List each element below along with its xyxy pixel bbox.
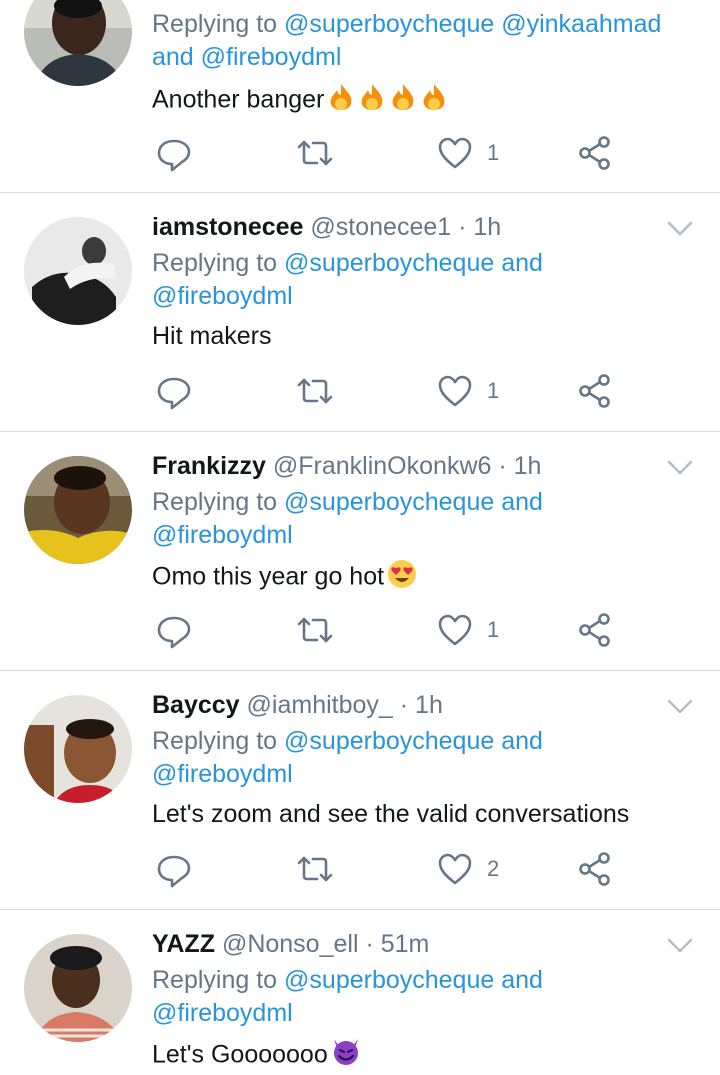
tweet-2[interactable]: Frankizzy @FranklinOkonkw6 · 1h Replying…	[0, 432, 720, 670]
display-name[interactable]: YAZZ	[152, 930, 215, 958]
username[interactable]: @FranklinOkonkw6	[273, 452, 492, 480]
reply-context: Replying to @superboycheque and @fireboy…	[152, 249, 543, 310]
avatar[interactable]	[24, 695, 132, 803]
mention-link[interactable]: @superboycheque	[284, 249, 494, 277]
tweet-3[interactable]: Bayccy @iamhitboy_ · 1h Replying to @sup…	[0, 671, 720, 909]
like-count: 2	[487, 856, 500, 881]
avatar[interactable]	[24, 217, 132, 325]
like-icon[interactable]	[438, 371, 472, 411]
like-count: 1	[487, 617, 500, 642]
mention-link[interactable]: @fireboydml	[201, 43, 342, 71]
display-name[interactable]: iamstonecee	[152, 213, 303, 241]
tweet-text: Hit makers	[152, 322, 272, 350]
separator-dot: ·	[365, 930, 374, 958]
timestamp[interactable]: 1h	[415, 691, 443, 719]
retweet-icon[interactable]	[295, 849, 335, 889]
smiling-devil-icon	[331, 1037, 361, 1075]
heart-eyes-icon	[387, 559, 417, 597]
tweet-header: iamstonecee @stonecee1 · 1h	[152, 212, 501, 242]
tweet-header: YAZZ @Nonso_ell · 51m	[152, 929, 429, 959]
tweet-0[interactable]: Replying to @superboycheque @yinkaahmad …	[0, 0, 720, 192]
timestamp[interactable]: 1h	[514, 452, 542, 480]
chevron-down-icon[interactable]	[666, 458, 694, 478]
tweet-actions: 1	[152, 133, 622, 173]
tweet-1[interactable]: iamstonecee @stonecee1 · 1h Replying to …	[0, 193, 720, 431]
reply-context: Replying to @superboycheque and @fireboy…	[152, 488, 543, 549]
share-icon[interactable]	[578, 610, 612, 650]
tweet-header: Bayccy @iamhitboy_ · 1h	[152, 690, 443, 720]
mention-link[interactable]: @fireboydml	[152, 521, 293, 549]
retweet-icon[interactable]	[295, 610, 335, 650]
reply-icon[interactable]	[156, 133, 192, 173]
mention-link[interactable]: @fireboydml	[152, 282, 293, 310]
reply-icon[interactable]	[156, 610, 192, 650]
share-icon[interactable]	[578, 133, 612, 173]
tweet-text: Let's Gooooooo	[152, 1037, 361, 1075]
chevron-down-icon[interactable]	[666, 936, 694, 956]
tweet-text: Let's zoom and see the valid conversatio…	[152, 800, 630, 828]
mention-link[interactable]: @fireboydml	[152, 999, 293, 1027]
reply-icon[interactable]	[156, 371, 192, 411]
tweet-header: Frankizzy @FranklinOkonkw6 · 1h	[152, 451, 541, 481]
avatar[interactable]	[24, 456, 132, 564]
mention-link[interactable]: @superboycheque @yinkaahmad	[284, 10, 661, 38]
reply-icon[interactable]	[156, 849, 192, 889]
username[interactable]: @iamhitboy_	[247, 691, 393, 719]
like-icon[interactable]	[438, 133, 472, 173]
mention-link[interactable]: @superboycheque	[284, 727, 494, 755]
share-icon[interactable]	[578, 849, 612, 889]
like-count: 1	[487, 140, 500, 165]
mention-link[interactable]: and	[501, 966, 543, 994]
tweet-actions: 1	[152, 371, 622, 411]
like-count: 1	[487, 378, 500, 403]
tweet-actions: 2	[152, 849, 622, 889]
tweet-4[interactable]: YAZZ @Nonso_ell · 51m Replying to @super…	[0, 910, 720, 1069]
like-icon[interactable]	[438, 849, 472, 889]
mention-link[interactable]: and	[152, 43, 194, 71]
display-name[interactable]: Frankizzy	[152, 452, 266, 480]
mention-link[interactable]: @fireboydml	[152, 760, 293, 788]
chevron-down-icon[interactable]	[666, 219, 694, 239]
avatar[interactable]	[24, 0, 132, 86]
reply-context: Replying to @superboycheque and @fireboy…	[152, 727, 543, 788]
tweet-actions: 1	[152, 610, 622, 650]
mention-link[interactable]: @superboycheque	[284, 488, 494, 516]
avatar[interactable]	[24, 934, 132, 1042]
display-name[interactable]: Bayccy	[152, 691, 240, 719]
retweet-icon[interactable]	[295, 133, 335, 173]
separator-dot: ·	[458, 213, 467, 241]
tweet-text: Omo this year go hot	[152, 559, 417, 597]
username[interactable]: @stonecee1	[310, 213, 451, 241]
chevron-down-icon[interactable]	[666, 697, 694, 717]
retweet-icon[interactable]	[295, 371, 335, 411]
reply-context: Replying to @superboycheque @yinkaahmad …	[152, 10, 662, 71]
mention-link[interactable]: @superboycheque	[284, 966, 494, 994]
tweet-text: Another banger	[152, 82, 449, 120]
timestamp[interactable]: 1h	[473, 213, 501, 241]
timestamp[interactable]: 51m	[381, 930, 430, 958]
mention-link[interactable]: and	[501, 488, 543, 516]
mention-link[interactable]: and	[501, 727, 543, 755]
like-icon[interactable]	[438, 610, 472, 650]
separator-dot: ·	[399, 691, 409, 719]
fire-icon	[327, 82, 449, 120]
username[interactable]: @Nonso_ell	[222, 930, 359, 958]
mention-link[interactable]: and	[501, 249, 543, 277]
share-icon[interactable]	[578, 371, 612, 411]
separator-dot: ·	[498, 452, 507, 480]
reply-context: Replying to @superboycheque and @fireboy…	[152, 966, 543, 1027]
